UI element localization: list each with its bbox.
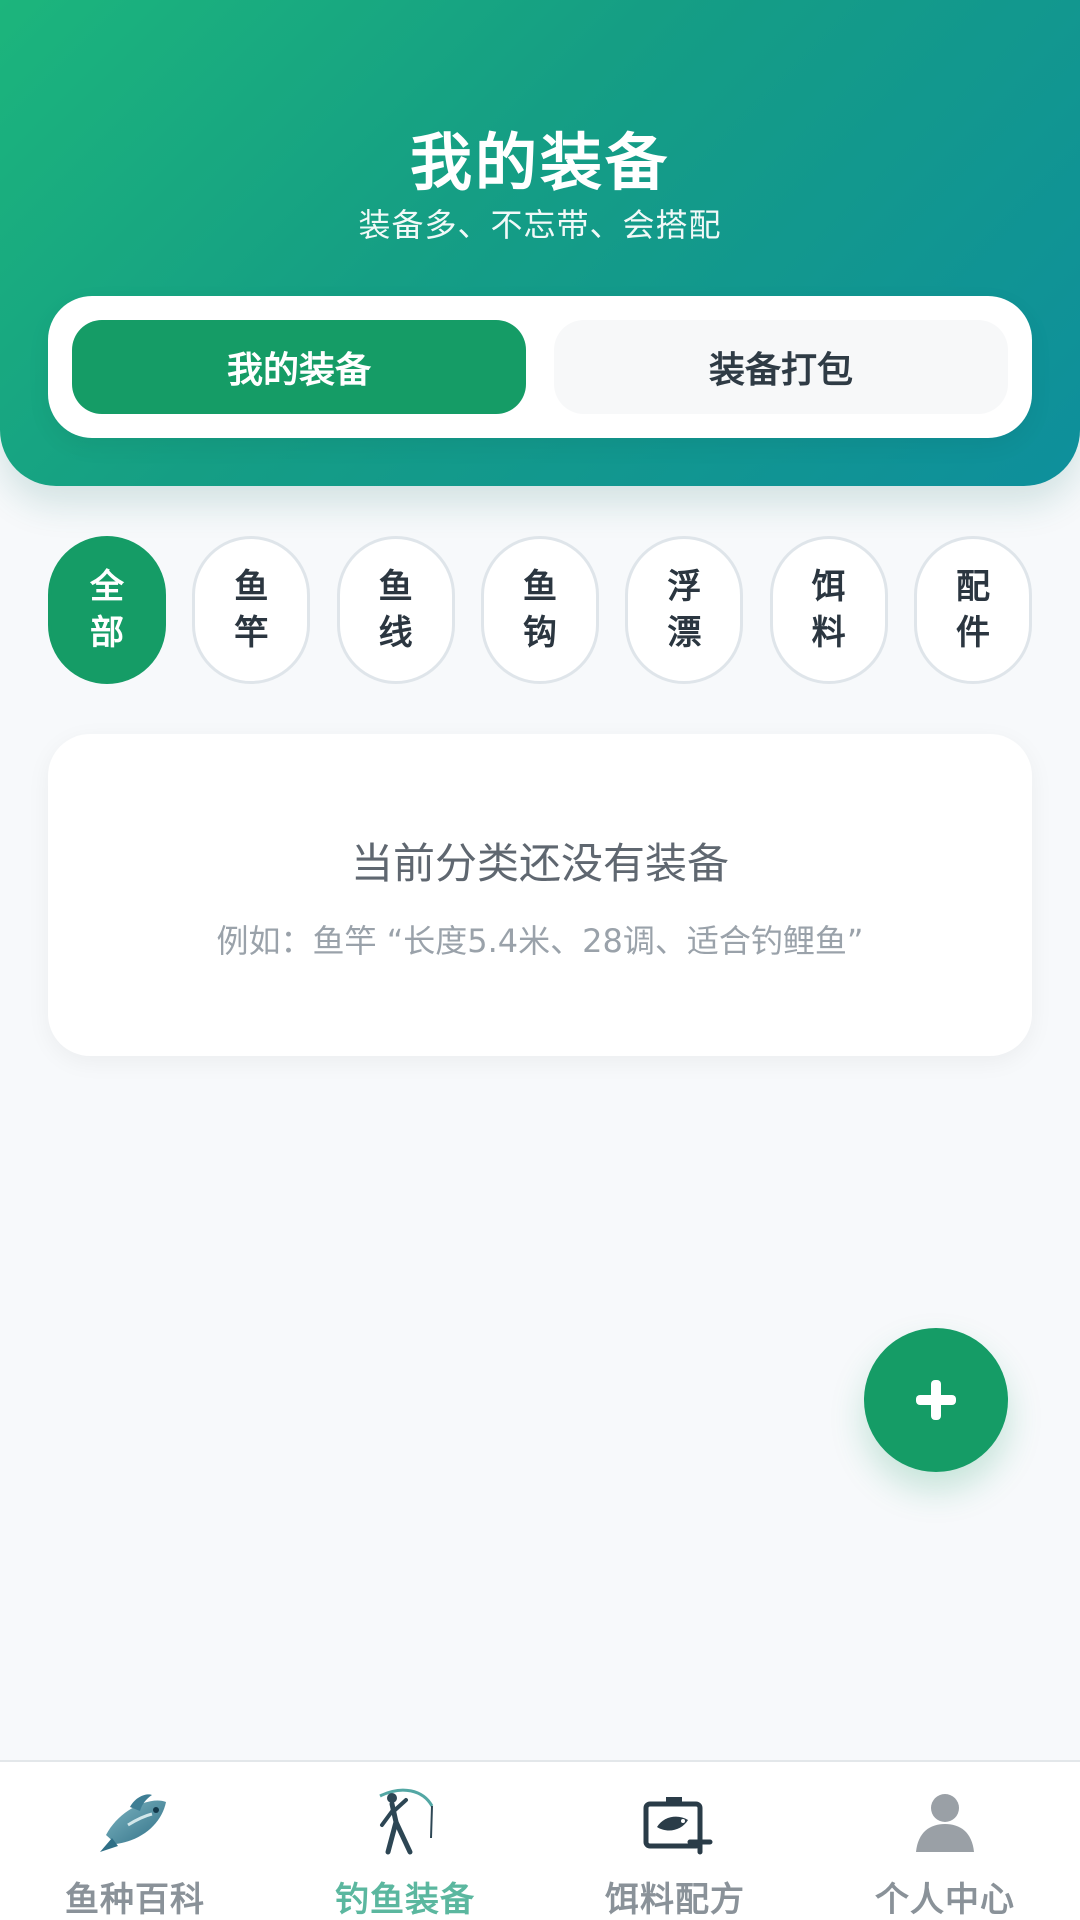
category-chip-accessory[interactable]: 配 件 <box>913 536 1032 684</box>
header: 我的装备 装备多、不忘带、会搭配 我的装备 装备打包 <box>0 0 1080 486</box>
category-chip-label-top: 配 <box>955 567 990 607</box>
nav-label-fish-encyclopedia: 鱼种百科 <box>65 1880 205 1920</box>
category-chip-label-bottom: 漂 <box>667 613 702 653</box>
category-chip-float[interactable]: 浮 漂 <box>625 536 744 684</box>
empty-state-title: 当前分类还没有装备 <box>350 839 729 888</box>
page-title: 我的装备 <box>409 126 670 199</box>
category-chip-line[interactable]: 鱼 线 <box>336 536 455 684</box>
category-chip-label-top: 饵 <box>811 567 846 607</box>
category-chip-label-top: 全 <box>90 567 124 607</box>
my-gear-tab[interactable]: 我的装备 <box>72 320 526 414</box>
category-chip-label-bottom: 料 <box>811 613 846 653</box>
pack-gear-tab[interactable]: 装备打包 <box>554 320 1008 414</box>
category-chip-all[interactable]: 全 部 <box>48 536 166 684</box>
add-gear-button[interactable] <box>864 1328 1008 1472</box>
category-chip-label-bottom: 钩 <box>522 613 557 653</box>
fish-icon <box>100 1794 166 1852</box>
category-chip-bait[interactable]: 饵 料 <box>769 536 888 684</box>
category-chip-label-bottom: 线 <box>378 613 413 653</box>
category-chip-label-bottom: 部 <box>90 613 124 653</box>
bait-box-icon <box>643 1797 713 1855</box>
nav-label-profile: 个人中心 <box>875 1880 1015 1920</box>
app-screen: 我的装备 装备多、不忘带、会搭配 我的装备 装备打包 全 部 鱼 竿 鱼 线 鱼… <box>0 0 1080 1920</box>
category-chip-label-bottom: 竿 <box>234 613 269 653</box>
nav-item-fish-encyclopedia[interactable]: 鱼种百科 <box>0 1762 270 1920</box>
category-chip-rod[interactable]: 鱼 竿 <box>192 536 311 684</box>
nav-item-profile[interactable]: 个人中心 <box>810 1762 1080 1920</box>
nav-item-bait-recipes[interactable]: 饵料配方 <box>540 1762 810 1920</box>
nav-item-fishing-gear[interactable]: 钓鱼装备 <box>270 1762 540 1920</box>
category-chip-label-bottom: 件 <box>955 613 990 653</box>
category-chip-hook[interactable]: 鱼 钩 <box>480 536 599 684</box>
bottom-navigation: 鱼种百科 钓鱼装备 饵料配方 个人中心 <box>0 1760 1080 1920</box>
page-subtitle: 装备多、不忘带、会搭配 <box>358 206 722 244</box>
empty-state-example: 例如：鱼竿 “长度5.4米、28调、适合钓鲤鱼” <box>216 922 864 960</box>
user-icon <box>916 1794 974 1852</box>
empty-state-card: 当前分类还没有装备 例如：鱼竿 “长度5.4米、28调、适合钓鲤鱼” <box>48 734 1032 1056</box>
category-chip-label-top: 浮 <box>667 567 702 607</box>
category-chip-label-top: 鱼 <box>234 567 269 607</box>
gear-segment-control: 我的装备 装备打包 <box>48 296 1032 438</box>
nav-label-fishing-gear: 钓鱼装备 <box>335 1880 475 1920</box>
category-chip-label-top: 鱼 <box>378 567 413 607</box>
fishing-rod-icon <box>379 1788 434 1855</box>
nav-label-bait-recipes: 饵料配方 <box>605 1880 745 1920</box>
plus-icon <box>916 1380 956 1420</box>
category-chip-label-top: 鱼 <box>522 567 557 607</box>
category-filter: 全 部 鱼 竿 鱼 线 鱼 钩 浮 漂 饵 料 配 件 <box>48 536 1032 684</box>
